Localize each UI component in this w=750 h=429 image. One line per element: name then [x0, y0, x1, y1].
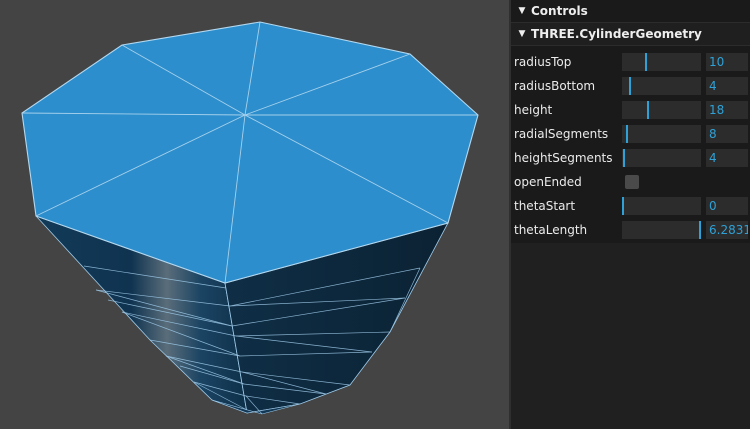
3d-viewport[interactable] — [0, 0, 509, 429]
slider-fill — [622, 149, 626, 167]
param-label: heightSegments — [514, 151, 613, 165]
slider-fill — [622, 221, 701, 239]
slider-fill — [622, 77, 632, 95]
param-number-input[interactable]: 6.28318 — [706, 221, 748, 239]
slider-fill — [622, 125, 628, 143]
param-label: thetaLength — [514, 223, 588, 237]
param-row-radiusBottom: radiusBottom 4 — [511, 74, 750, 98]
param-slider[interactable] — [622, 101, 701, 119]
controls-title: Controls — [531, 4, 588, 18]
param-row-thetaStart: thetaStart 0 — [511, 194, 750, 218]
controls-title-bar[interactable]: ▼ Controls — [511, 0, 750, 23]
param-number-input[interactable]: 0 — [706, 197, 748, 215]
param-slider[interactable] — [622, 197, 701, 215]
open-ended-checkbox[interactable] — [625, 175, 639, 189]
param-slider[interactable] — [622, 221, 701, 239]
param-row-radialSegments: radialSegments 8 — [511, 122, 750, 146]
slider-fill — [622, 101, 649, 119]
param-row-heightSegments: heightSegments 4 — [511, 146, 750, 170]
controls-panel: ▼ Controls ▼ THREE.CylinderGeometry radi… — [509, 0, 750, 429]
param-label: radiusTop — [514, 55, 572, 69]
slider-fill — [622, 53, 648, 71]
param-label: openEnded — [514, 175, 582, 189]
param-slider[interactable] — [622, 77, 701, 95]
param-number-input[interactable]: 4 — [706, 149, 748, 167]
param-label: radialSegments — [514, 127, 609, 141]
param-row-radiusTop: radiusTop 10 — [511, 50, 750, 74]
slider-fill — [622, 197, 624, 215]
panel-empty-area — [511, 243, 750, 429]
param-number-input[interactable]: 4 — [706, 77, 748, 95]
param-label: radiusBottom — [514, 79, 596, 93]
collapse-arrow-icon: ▼ — [518, 6, 526, 16]
folder-title: THREE.CylinderGeometry — [531, 27, 702, 41]
param-slider[interactable] — [622, 125, 701, 143]
scene-canvas[interactable] — [0, 0, 509, 429]
param-list: radiusTop 10 radiusBottom 4 height 18 ra… — [511, 46, 750, 244]
folder-title-bar[interactable]: ▼ THREE.CylinderGeometry — [511, 23, 750, 46]
param-slider[interactable] — [622, 149, 701, 167]
param-label: thetaStart — [514, 199, 576, 213]
param-row-openEnded: openEnded — [511, 170, 750, 194]
param-row-height: height 18 — [511, 98, 750, 122]
folder-arrow-icon: ▼ — [518, 29, 526, 39]
param-row-thetaLength: thetaLength 6.28318 — [511, 218, 750, 242]
param-number-input[interactable]: 18 — [706, 101, 748, 119]
cylinder-mesh — [21, 21, 479, 415]
param-number-input[interactable]: 8 — [706, 125, 748, 143]
param-slider[interactable] — [622, 53, 701, 71]
param-label: height — [514, 103, 553, 117]
param-number-input[interactable]: 10 — [706, 53, 748, 71]
